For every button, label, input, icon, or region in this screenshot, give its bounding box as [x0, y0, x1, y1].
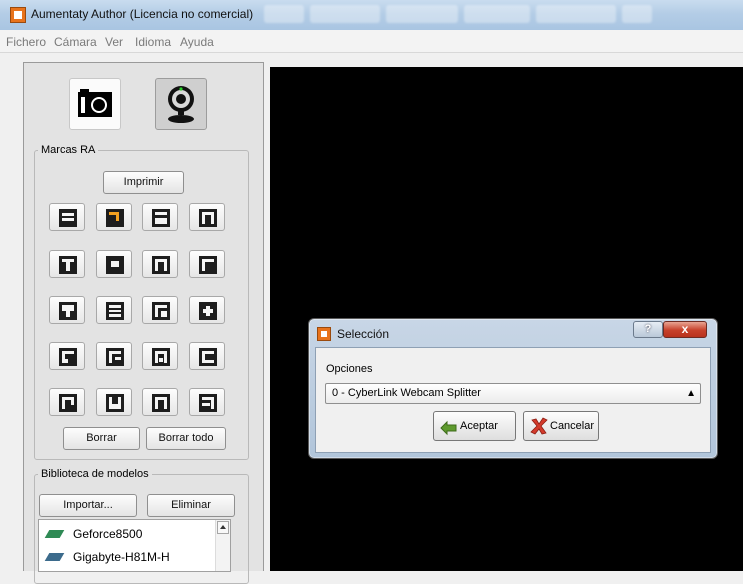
options-label: Opciones: [326, 363, 373, 375]
model-library-label: Biblioteca de modelos: [38, 468, 152, 480]
menu-idioma[interactable]: Idioma: [135, 35, 171, 49]
marker-button[interactable]: [142, 203, 178, 231]
ar-marker-icon: [152, 302, 170, 320]
delete-button[interactable]: Borrar: [63, 427, 140, 450]
photo-camera-button[interactable]: [69, 78, 121, 130]
webcam-button[interactable]: [155, 78, 207, 130]
app-icon: [10, 7, 26, 23]
ar-marker-icon: [199, 394, 217, 412]
import-button[interactable]: Importar...: [39, 494, 137, 517]
ar-marker-icon: [152, 256, 170, 274]
marker-button[interactable]: [49, 296, 85, 324]
cancel-x-icon: [530, 417, 548, 435]
marker-button[interactable]: [49, 203, 85, 231]
marker-button[interactable]: [189, 203, 225, 231]
ar-marker-icon: [59, 348, 77, 366]
window-title-bar: Aumentaty Author (Licencia no comercial): [0, 0, 743, 30]
dialog-title: Selección: [337, 327, 390, 341]
options-select-value: 0 - CyberLink Webcam Splitter: [332, 387, 481, 399]
ar-marker-icon: [59, 209, 77, 227]
marker-button[interactable]: [49, 342, 85, 370]
marker-button[interactable]: [189, 296, 225, 324]
cancel-button[interactable]: Cancelar: [523, 411, 599, 441]
marker-button[interactable]: [142, 250, 178, 278]
spin-arrows-icon: ▲: [686, 388, 696, 399]
marker-button[interactable]: [189, 342, 225, 370]
marker-button[interactable]: [49, 388, 85, 416]
ar-marker-icon: [199, 348, 217, 366]
dialog-app-icon: [317, 327, 331, 341]
marker-button[interactable]: [142, 342, 178, 370]
marker-button[interactable]: [96, 388, 132, 416]
ar-marker-icon: [199, 209, 217, 227]
ar-marker-icon: [152, 348, 170, 366]
delete-all-button[interactable]: Borrar todo: [146, 427, 226, 450]
close-button[interactable]: x: [663, 321, 707, 338]
photo-camera-icon: [78, 89, 112, 117]
marker-button[interactable]: [49, 250, 85, 278]
motherboard-icon: [44, 553, 65, 561]
accept-label: Aceptar: [460, 420, 498, 432]
list-item-label: Geforce8500: [73, 527, 143, 541]
accept-button[interactable]: Aceptar: [433, 411, 516, 441]
accept-arrow-icon: [440, 420, 457, 436]
window-title: Aumentaty Author (Licencia no comercial): [31, 7, 254, 21]
ar-marker-icon: [106, 302, 124, 320]
webcam-icon: [168, 86, 194, 123]
selection-dialog: Selección ? x Opciones 0 - CyberLink Web…: [308, 318, 718, 459]
menu-bar: Fichero Cámara Ver Idioma Ayuda: [0, 30, 743, 53]
marker-button[interactable]: [96, 342, 132, 370]
graphics-card-icon: [44, 530, 65, 538]
help-button[interactable]: ?: [633, 321, 663, 338]
ar-marker-icon: [106, 394, 124, 412]
ar-marker-icon: [106, 209, 124, 227]
model-list[interactable]: Geforce8500 Gigabyte-H81M-H: [38, 519, 231, 572]
ar-marker-icon: [106, 348, 124, 366]
marker-button[interactable]: [96, 203, 132, 231]
ar-marker-icon: [152, 394, 170, 412]
marker-button[interactable]: [189, 250, 225, 278]
list-scrollbar[interactable]: [215, 520, 230, 571]
marker-button[interactable]: [189, 388, 225, 416]
scroll-up-arrow-icon[interactable]: [217, 521, 229, 534]
ar-marker-icon: [59, 394, 77, 412]
list-item[interactable]: Gigabyte-H81M-H: [39, 546, 215, 568]
left-panel: Marcas RA Imprimir Borrar Borrar todo Bi…: [23, 62, 264, 584]
dialog-body: Opciones 0 - CyberLink Webcam Splitter ▲…: [315, 347, 711, 453]
marker-button[interactable]: [142, 296, 178, 324]
marker-button[interactable]: [142, 388, 178, 416]
ar-marker-icon: [106, 256, 124, 274]
menu-fichero[interactable]: Fichero: [6, 35, 46, 49]
list-item[interactable]: Geforce8500: [39, 523, 215, 545]
ar-markers-label: Marcas RA: [38, 144, 99, 156]
marker-button[interactable]: [96, 250, 132, 278]
ar-marker-icon: [59, 302, 77, 320]
print-button[interactable]: Imprimir: [103, 171, 184, 194]
ar-marker-icon: [59, 256, 77, 274]
cancel-label: Cancelar: [550, 420, 595, 432]
ar-marker-icon: [199, 256, 217, 274]
menu-ayuda[interactable]: Ayuda: [180, 35, 214, 49]
background-taskbar: [264, 5, 658, 25]
menu-ver[interactable]: Ver: [105, 35, 123, 49]
remove-button[interactable]: Eliminar: [147, 494, 235, 517]
list-item-label: Gigabyte-H81M-H: [73, 550, 170, 564]
options-select[interactable]: 0 - CyberLink Webcam Splitter ▲: [325, 383, 701, 404]
ar-marker-icon: [152, 209, 170, 227]
marker-button[interactable]: [96, 296, 132, 324]
ar-marker-icon: [199, 302, 217, 320]
menu-camara[interactable]: Cámara: [54, 35, 97, 49]
